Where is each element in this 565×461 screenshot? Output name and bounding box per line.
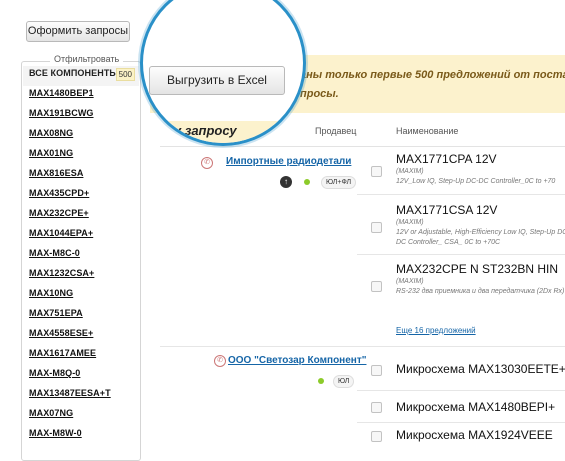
filter-item[interactable]: MAX4558ESE+ (23, 326, 139, 346)
filter-item[interactable]: MAX07NG (23, 406, 139, 426)
filter-item-label[interactable]: MAX1044EPA+ (29, 228, 93, 238)
submit-requests-button[interactable]: Оформить запросы (26, 21, 130, 42)
filter-item-label[interactable]: MAX232CPE+ (29, 208, 89, 218)
limit-notice-line-2: просы. (300, 88, 339, 100)
product-brand: (MAXIM) (396, 278, 424, 285)
product-divider (357, 390, 565, 391)
filter-item[interactable]: MAX-M8Q-0 (23, 366, 139, 386)
filter-item-label[interactable]: MAX07NG (29, 408, 73, 418)
filter-item[interactable]: MAX1480BEP1 (23, 86, 139, 106)
legal-type-badge: ЮЛ+ФЛ (321, 176, 357, 189)
product-brand: (MAXIM) (396, 219, 424, 226)
filter-item-label[interactable]: MAX751EPA (29, 308, 83, 318)
product-name: MAX232CPE N ST232BN HIN (396, 262, 559, 276)
column-header-seller: Продавец (315, 126, 357, 136)
phone-icon[interactable]: ✆ (214, 355, 226, 367)
filter-item[interactable]: MAX816ESA (23, 166, 139, 186)
filter-item[interactable]: MAX232CPE+ (23, 206, 139, 226)
filter-item[interactable]: MAX1044EPA+ (23, 226, 139, 246)
limit-notice-line-1: аны только первые 500 предложений от пос… (300, 69, 565, 81)
filter-item-label[interactable]: MAX13487EESA+T (29, 388, 111, 398)
filter-item[interactable]: MAX435CPD+ (23, 186, 139, 206)
filter-item[interactable]: MAX751EPA (23, 306, 139, 326)
online-status-dot (304, 179, 310, 185)
limit-notice-text: аны только первые 500 предложений от пос… (300, 66, 565, 104)
magnifier-content: Выгрузить в Excel ему запросу (143, 0, 303, 143)
filter-count-badge: 500 (115, 68, 135, 81)
filter-item-label[interactable]: MAX1480BEP1 (29, 88, 94, 98)
product-name: Микросхема MAX13030EETE+ (396, 362, 565, 376)
product-checkbox[interactable] (371, 166, 382, 177)
product-checkbox[interactable] (371, 402, 382, 413)
filter-item[interactable]: MAX13487EESA+T (23, 386, 139, 406)
filter-item[interactable]: MAX08NG (23, 126, 139, 146)
product-description: RS-232 два приемника и два передатчика (… (396, 288, 565, 295)
request-heading-fragment: ему запросу (157, 123, 237, 138)
arrow-up-icon[interactable]: ↑ (280, 176, 292, 188)
column-header-name: Наименование (396, 126, 459, 136)
product-name: Микросхема MAX1480BEPI+ (396, 400, 556, 414)
filter-item[interactable]: MAX191BCWG (23, 106, 139, 126)
filter-item-label[interactable]: MAX1617AMEE (29, 348, 96, 358)
filter-title: Отфильтровать (50, 54, 124, 64)
product-checkbox[interactable] (371, 222, 382, 233)
filter-item-all[interactable]: ВСЕ КОМПОНЕНТЫ 500 (23, 66, 139, 86)
legal-type-badge: ЮЛ (333, 375, 355, 388)
filter-item[interactable]: MAX10NG (23, 286, 139, 306)
magnifier-callout: Выгрузить в Excel ему запросу (140, 0, 306, 146)
product-divider (357, 254, 565, 255)
product-name: MAX1771CSA 12V (396, 203, 498, 217)
filter-item[interactable]: MAX-M8C-0 (23, 246, 139, 266)
filter-item-label: ВСЕ КОМПОНЕНТЫ (29, 68, 119, 78)
filter-item-label[interactable]: MAX-M8Q-0 (29, 368, 80, 378)
filter-item-label[interactable]: MAX435CPD+ (29, 188, 89, 198)
product-checkbox[interactable] (371, 281, 382, 292)
filter-item-label[interactable]: MAX10NG (29, 288, 73, 298)
filter-item[interactable]: MAX-M8W-0 (23, 426, 139, 446)
filter-item-label[interactable]: MAX-M8W-0 (29, 428, 82, 438)
supplier-link[interactable]: Импортные радиодетали (226, 156, 351, 167)
filter-item[interactable]: MAX01NG (23, 146, 139, 166)
product-divider (357, 194, 565, 195)
product-brand: (MAXIM) (396, 168, 424, 175)
header-divider (160, 146, 565, 147)
supplier-divider (160, 346, 565, 347)
product-name: MAX1771CPA 12V (396, 152, 497, 166)
filter-item-label[interactable]: MAX816ESA (29, 168, 83, 178)
filter-item-label[interactable]: MAX08NG (29, 128, 73, 138)
export-excel-button[interactable]: Выгрузить в Excel (149, 66, 285, 95)
product-description: 12V_Low IQ, Step-Up DC-DC Controller_0C … (396, 178, 556, 185)
phone-icon[interactable]: ✆ (201, 157, 213, 169)
filter-item[interactable]: MAX1617AMEE (23, 346, 139, 366)
filter-list: ВСЕ КОМПОНЕНТЫ 500 MAX1480BEP1 MAX191BCW… (23, 66, 139, 446)
filter-item-label[interactable]: MAX191BCWG (29, 108, 94, 118)
product-description: 12V or Adjustable, High-Efficiency Low I… (396, 229, 565, 246)
filter-item[interactable]: MAX1232CSA+ (23, 266, 139, 286)
more-offers-link[interactable]: Еще 16 предложений (396, 326, 476, 335)
filter-item-label[interactable]: MAX1232CSA+ (29, 268, 94, 278)
filter-item-label[interactable]: MAX01NG (29, 148, 73, 158)
filter-item-label[interactable]: MAX4558ESE+ (29, 328, 93, 338)
supplier-link[interactable]: ООО "Светозар Компонент" (228, 355, 366, 366)
product-checkbox[interactable] (371, 431, 382, 442)
filter-item-label[interactable]: MAX-M8C-0 (29, 248, 80, 258)
online-status-dot (318, 378, 324, 384)
product-checkbox[interactable] (371, 365, 382, 376)
product-divider (357, 422, 565, 423)
